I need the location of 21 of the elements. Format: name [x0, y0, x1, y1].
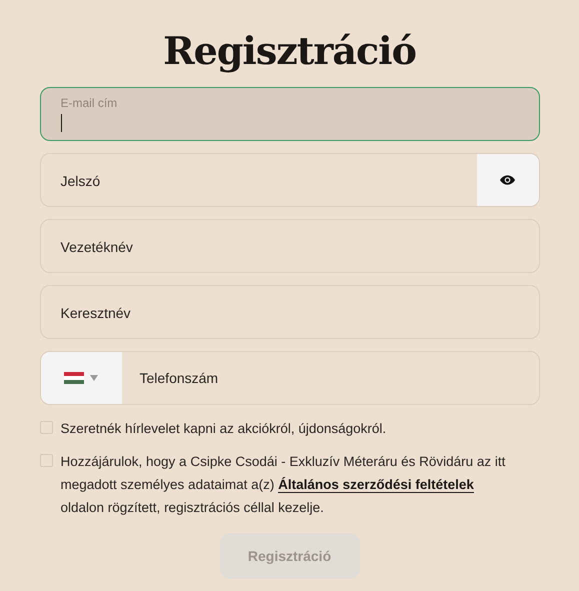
text-cursor	[60, 114, 62, 132]
input-field[interactable]: Keresztnév	[40, 285, 540, 339]
field-label: E-mail cím	[60, 96, 118, 110]
field-label: Jelszó	[60, 173, 100, 189]
field-label: Keresztnév	[60, 305, 131, 321]
show-password-button[interactable]	[476, 154, 538, 206]
terms-link[interactable]: Általános szerződési feltételek	[278, 477, 474, 493]
input-field[interactable]: Telefonszám	[40, 351, 540, 405]
consent-text: Szeretnék hírlevelet kapni az akciókról, újdonságokról.	[60, 420, 388, 438]
field-label: Telefonszám	[140, 370, 218, 386]
flag-icon	[64, 372, 84, 384]
field-label: Vezetéknév	[60, 239, 133, 255]
consent-text: Hozzájárulok, hogy a Csipke Csodái - Exkluzív Méteráru és Rövidáru az itt megadott személyes adataimat a(z) Általános szerződési feltételek oldalon rögzített, regisztrációs céllal kezelje.	[60, 453, 506, 517]
checkbox[interactable]	[40, 454, 52, 467]
country-select[interactable]	[40, 352, 122, 404]
caret-icon	[90, 375, 98, 381]
checkbox[interactable]	[40, 421, 52, 434]
eye-icon	[500, 175, 515, 185]
page-title: Regisztráció	[162, 28, 417, 73]
input-field[interactable]: Jelszó	[40, 153, 540, 207]
input-field[interactable]: Vezetéknév	[40, 219, 540, 273]
